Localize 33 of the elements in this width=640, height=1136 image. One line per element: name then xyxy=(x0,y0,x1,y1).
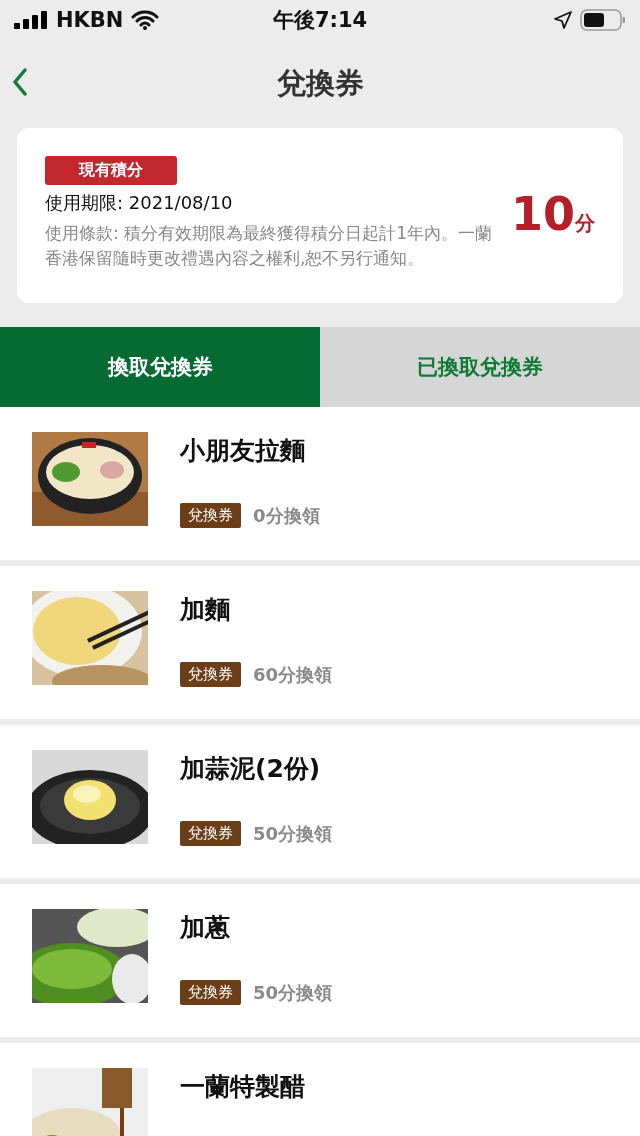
voucher-item[interactable]: 小朋友拉麵 兌換券 0分換領 xyxy=(0,407,640,560)
voucher-item[interactable]: 加麵 兌換券 60分換領 xyxy=(0,566,640,719)
page-title: 兌換券 xyxy=(276,65,364,102)
carrier-name: HKBN xyxy=(56,8,124,32)
signal-icon xyxy=(14,11,48,29)
voucher-name: 小朋友拉麵 xyxy=(180,435,306,467)
voucher-name: 一蘭特製醋 xyxy=(180,1071,305,1103)
points-value: 10 xyxy=(511,186,575,241)
location-arrow-icon xyxy=(554,11,572,29)
voucher-name: 加麵 xyxy=(180,594,231,626)
tab[interactable]: 已換取兌換券 xyxy=(320,327,640,407)
wifi-icon xyxy=(131,10,160,30)
points-unit: 分 xyxy=(575,210,595,237)
voucher-tag: 兌換券 xyxy=(180,503,241,528)
points-label: 現有積分 xyxy=(45,156,177,185)
points-cost: 0分換領 xyxy=(253,503,320,528)
voucher-tag: 兌換券 xyxy=(180,662,241,687)
voucher-item[interactable]: 一蘭特製醋 xyxy=(0,1043,640,1136)
chevron-left-icon xyxy=(12,68,28,96)
clock-time: 午後7:14 xyxy=(272,7,368,34)
voucher-tag: 兌換券 xyxy=(180,821,241,846)
tab[interactable]: 換取兌換券 xyxy=(0,327,320,407)
battery-icon xyxy=(580,9,626,31)
voucher-item[interactable]: 加蒜泥(2份) 兌換券 50分換領 xyxy=(0,725,640,878)
points-cost: 50分換領 xyxy=(253,821,333,846)
voucher-name: 加蔥 xyxy=(180,912,231,944)
voucher-name: 加蒜泥(2份) xyxy=(180,753,322,785)
expiry-date: 使用期限: 2021/08/10 xyxy=(45,191,233,215)
points-cost: 50分換領 xyxy=(253,980,333,1005)
points-cost: 60分換領 xyxy=(253,662,333,687)
voucher-tag: 兌換券 xyxy=(180,980,241,1005)
terms-text: 使用條款: 積分有效期限為最終獲得積分日起計1年內。一蘭香港保留隨時更改禮遇內容之權利,恕不另行通知。 xyxy=(45,222,493,270)
voucher-item[interactable]: 加蔥 兌換券 50分換領 xyxy=(0,884,640,1037)
